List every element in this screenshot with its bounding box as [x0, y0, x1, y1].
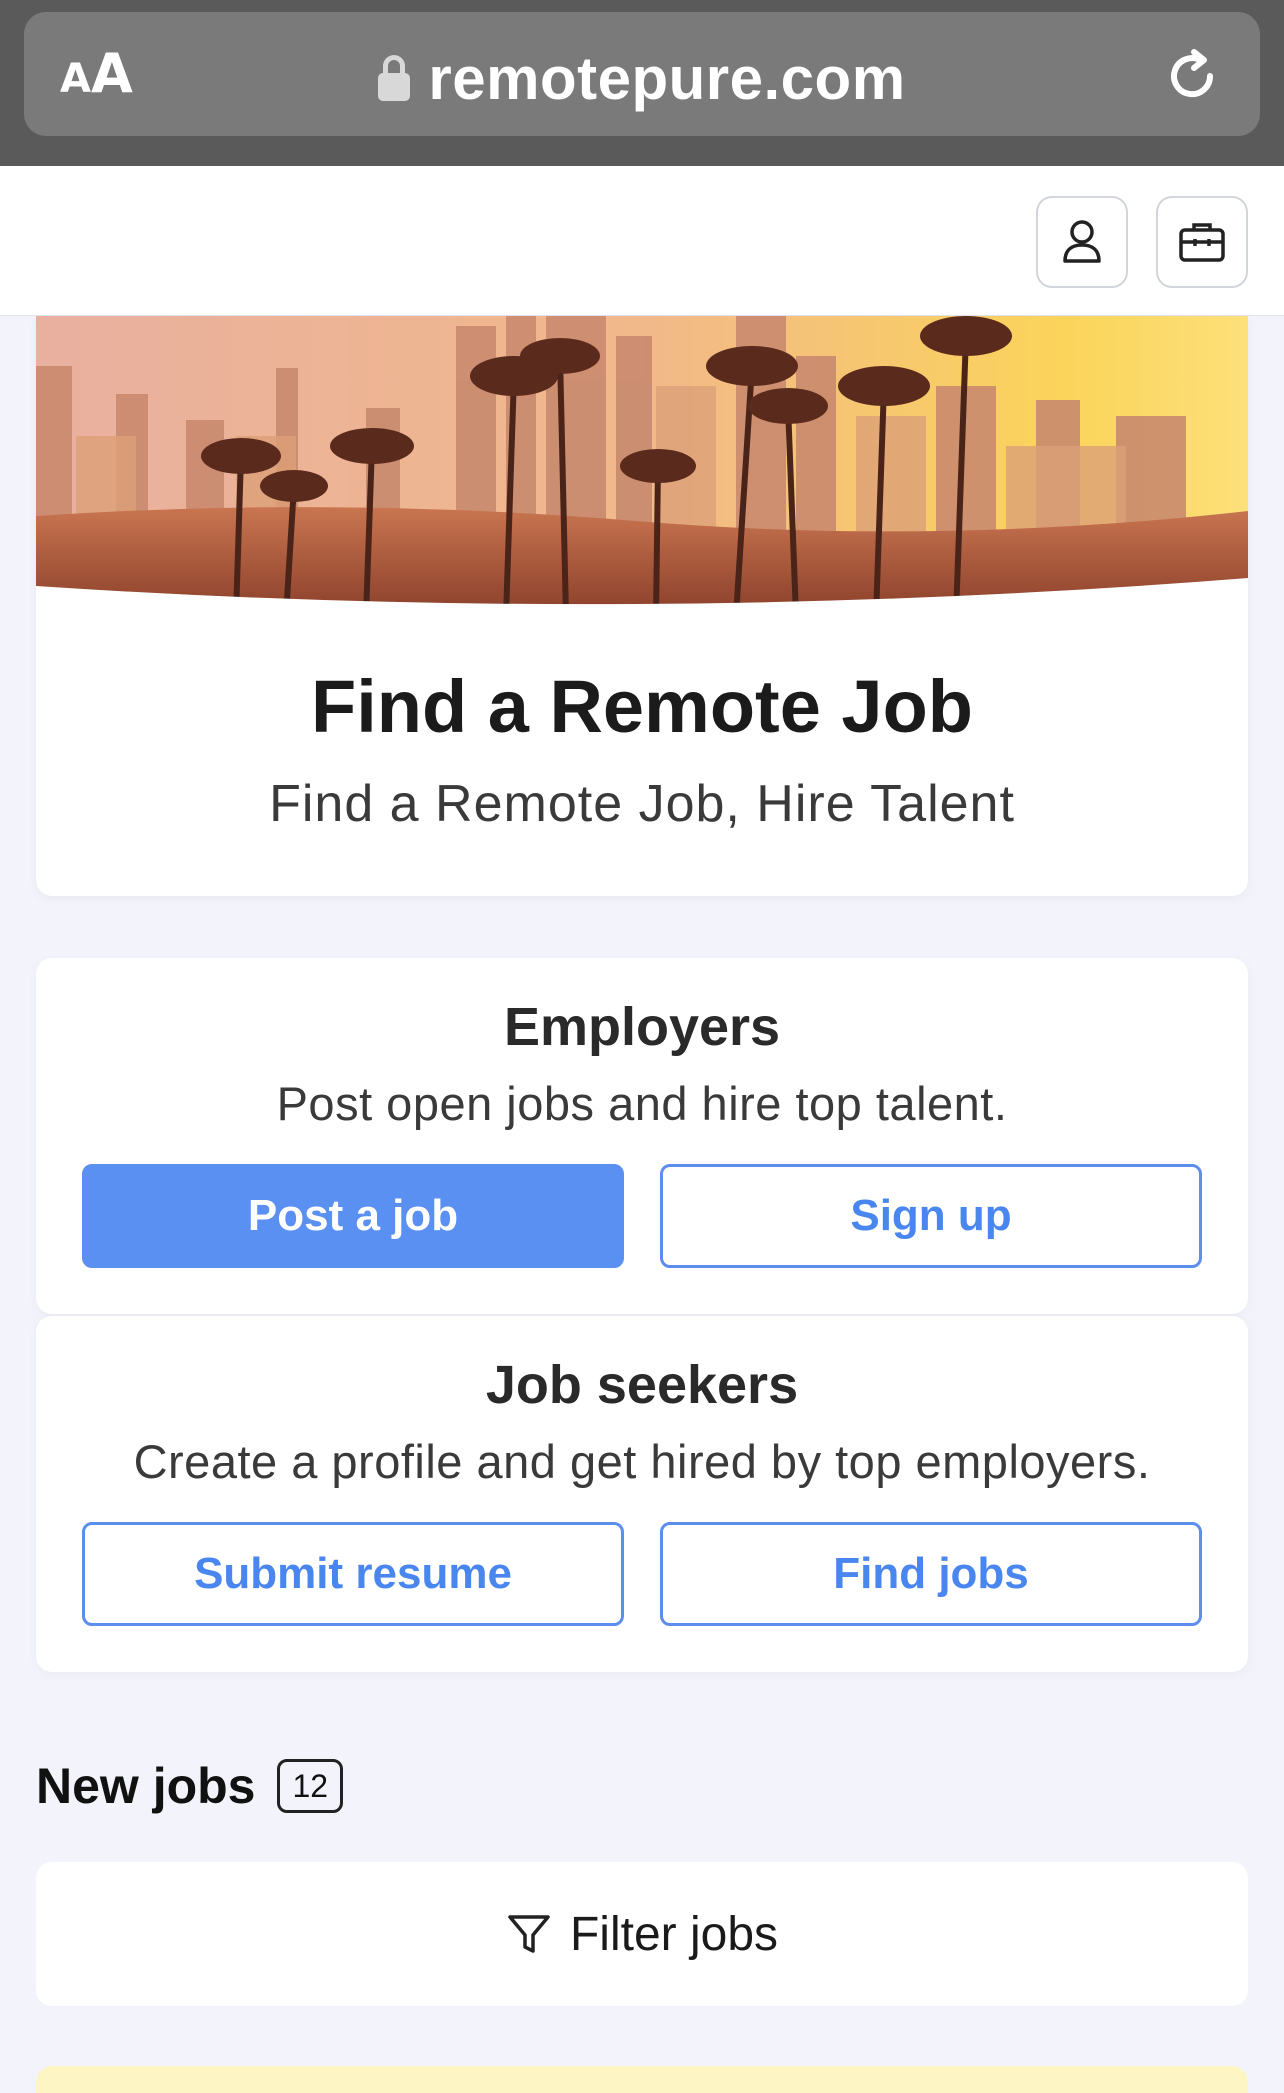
find-jobs-button[interactable]: Find jobs: [660, 1522, 1202, 1626]
employers-card: Employers Post open jobs and hire top ta…: [36, 958, 1248, 1314]
page: AA remotepure.com Find a Remote Job Find…: [0, 0, 1284, 2093]
lock-icon: [378, 55, 411, 101]
briefcase-icon: [1179, 223, 1225, 262]
user-icon: [1063, 220, 1101, 263]
employer-button[interactable]: [1156, 196, 1248, 288]
job-seekers-description: Create a profile and get hired by top em…: [133, 1435, 1151, 1488]
address-bar[interactable]: AA remotepure.com: [24, 12, 1260, 136]
site-header: [0, 166, 1284, 316]
filter-icon: [508, 1915, 550, 1953]
url-text: remotepure.com: [428, 44, 906, 112]
hero-subtitle: Find a Remote Job, Hire Talent: [269, 775, 1015, 833]
job-seekers-title: Job seekers: [485, 1355, 799, 1415]
featured-job-card[interactable]: [36, 2066, 1248, 2093]
post-job-button[interactable]: Post a job: [82, 1164, 624, 1268]
hero-title: Find a Remote Job: [311, 665, 973, 748]
url-display[interactable]: remotepure.com: [24, 44, 1260, 112]
sign-up-button[interactable]: Sign up: [660, 1164, 1202, 1268]
employers-title: Employers: [503, 997, 781, 1057]
reload-icon[interactable]: [1160, 44, 1224, 108]
filter-jobs-label: Filter jobs: [569, 1907, 779, 1961]
account-button[interactable]: [1036, 196, 1128, 288]
job-seekers-card: Job seekers Create a profile and get hir…: [36, 1316, 1248, 1672]
job-count-badge: 12: [277, 1759, 344, 1813]
hero-skyline-image: [36, 316, 1248, 616]
new-jobs-heading: New jobs 12: [36, 1756, 344, 1816]
new-jobs-title: New jobs: [36, 1758, 256, 1814]
filter-jobs-button[interactable]: Filter jobs: [36, 1862, 1248, 2006]
employers-description: Post open jobs and hire top talent.: [276, 1077, 1008, 1130]
hero-card: Find a Remote Job Find a Remote Job, Hir…: [36, 316, 1248, 896]
browser-toolbar: AA remotepure.com: [0, 0, 1284, 166]
submit-resume-button[interactable]: Submit resume: [82, 1522, 624, 1626]
